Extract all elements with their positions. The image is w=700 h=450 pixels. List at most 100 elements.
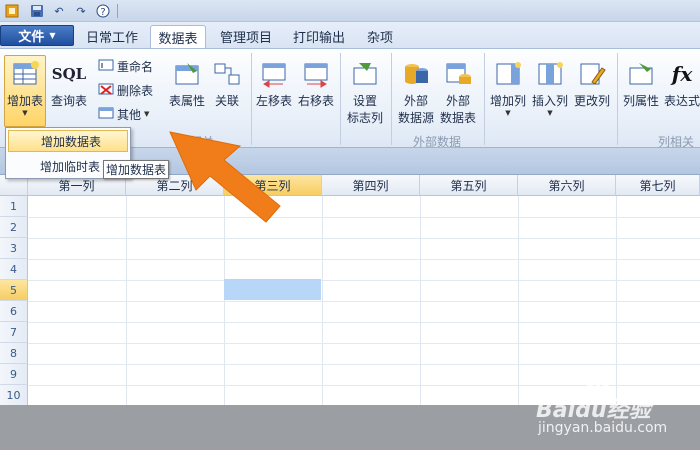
row-header[interactable]: 9 (0, 364, 28, 385)
ribbon-divider (484, 53, 485, 145)
table-props-button[interactable]: 表属性 (166, 59, 208, 109)
row-header[interactable]: 3 (0, 238, 28, 259)
row-header[interactable]: 8 (0, 343, 28, 364)
orange-arrow-icon (169, 131, 281, 223)
table-add-icon (10, 59, 40, 89)
tab-label: 杂项 (366, 31, 393, 46)
menu-tab-bar: 文件 ▼ 日常工作 数据表 管理项目 打印输出 杂项 (0, 22, 700, 49)
column-props-icon (626, 59, 656, 89)
row-header[interactable]: 10 (0, 385, 28, 406)
title-bar: ↶ ↷ ? (0, 0, 700, 22)
add-table-button[interactable]: 增加表 ▼ (4, 59, 46, 117)
quick-access-divider (117, 4, 118, 18)
table-props-label: 表属性 (168, 94, 205, 108)
svg-text:?: ? (100, 7, 105, 18)
column-header[interactable]: 第四列 (322, 175, 420, 196)
expression-label: 表达式 (664, 94, 700, 108)
tab-misc[interactable]: 杂项 (360, 25, 400, 48)
data-grid[interactable]: 第一列 第二列 第三列 第四列 第五列 第六列 第七列 1 2 3 4 5 6 … (0, 175, 700, 406)
add-column-button[interactable]: 增加列 ▼ (488, 59, 528, 117)
ext-source-button[interactable]: 外部 数据源 (395, 59, 437, 126)
expression-button[interactable]: fx 表达式 (664, 59, 700, 109)
row-header-selected[interactable]: 5 (0, 280, 28, 301)
tab-print-output[interactable]: 打印输出 (287, 25, 351, 48)
grid-line (28, 217, 700, 218)
relate-button[interactable]: 关联 (210, 59, 244, 109)
relate-label: 关联 (214, 94, 239, 108)
chevron-down-icon: ▼ (505, 109, 511, 117)
set-flag-col-label-2: 标志列 (346, 111, 383, 125)
tab-label: 日常工作 (85, 31, 138, 46)
ribbon-divider (617, 53, 618, 145)
grid-line (28, 280, 700, 281)
insert-column-button[interactable]: 插入列 ▼ (530, 59, 570, 117)
column-header[interactable]: 第六列 (518, 175, 616, 196)
ribbon-divider (340, 53, 341, 145)
tab-label: 打印输出 (292, 31, 345, 46)
edit-column-icon (577, 59, 607, 89)
menu-item-label: 增加数据表 (41, 134, 102, 149)
rename-icon (98, 58, 114, 75)
save-icon[interactable] (29, 3, 45, 19)
ext-table-button[interactable]: 外部 数据表 (437, 59, 479, 126)
row-header[interactable]: 2 (0, 217, 28, 238)
move-right-icon (301, 59, 331, 89)
tab-label: 数据表 (158, 32, 198, 47)
add-column-label: 增加列 (489, 94, 526, 108)
table-other-icon (98, 106, 114, 123)
table-props-icon (172, 59, 202, 89)
flag-column-icon (350, 59, 380, 89)
grid-line (28, 301, 700, 302)
column-props-label: 列属性 (622, 94, 659, 108)
query-table-button[interactable]: SQL 查询表 (48, 59, 90, 109)
file-menu-button[interactable]: 文件 ▼ (0, 25, 74, 46)
set-flag-col-button[interactable]: 设置 标志列 (344, 59, 386, 126)
chevron-down-icon: ▼ (547, 109, 553, 117)
grid-line (28, 343, 700, 344)
database-icon (401, 59, 431, 89)
grid-line (28, 322, 700, 323)
file-menu-label: 文件 (18, 30, 45, 45)
row-header[interactable]: 4 (0, 259, 28, 280)
tab-data-table[interactable]: 数据表 (150, 25, 206, 49)
external-table-icon (443, 59, 473, 89)
tab-manage-project[interactable]: 管理项目 (214, 25, 278, 48)
undo-icon[interactable]: ↶ (51, 3, 67, 19)
tab-daily-work[interactable]: 日常工作 (80, 25, 144, 48)
delete-table-icon (98, 82, 114, 99)
row-header[interactable]: 7 (0, 322, 28, 343)
help-icon[interactable]: ? (95, 3, 111, 19)
menu-item-add-data-table[interactable]: 增加数据表 (8, 130, 128, 152)
delete-table-label: 删除表 (117, 83, 154, 98)
insert-column-icon (535, 59, 565, 89)
chevron-down-icon: ▼ (49, 31, 56, 40)
add-table-label: 增加表 (6, 94, 43, 108)
move-left-button[interactable]: 左移表 (254, 59, 294, 109)
watermark-url: jingyan.baidu.com (538, 420, 668, 436)
baidu-watermark: Baidu经验 jingyan.baidu.com (536, 378, 696, 446)
grid-line (28, 238, 700, 239)
column-header[interactable]: 第五列 (420, 175, 518, 196)
insert-column-label: 插入列 (531, 94, 568, 108)
column-header[interactable]: 第七列 (616, 175, 700, 196)
redo-icon[interactable]: ↷ (73, 3, 89, 19)
ext-table-label-2: 数据表 (439, 111, 476, 125)
rename-button[interactable]: 重命名 (98, 57, 153, 75)
row-header[interactable]: 1 (0, 196, 28, 217)
row-header[interactable]: 6 (0, 301, 28, 322)
selected-cell[interactable] (224, 279, 321, 300)
move-left-label: 左移表 (255, 94, 292, 108)
change-column-button[interactable]: 更改列 (572, 59, 612, 109)
app-logo-icon (4, 3, 20, 19)
sql-icon-text: SQL (51, 65, 87, 83)
fx-icon: fx (667, 59, 697, 89)
ribbon-divider (391, 53, 392, 145)
tab-label: 管理项目 (219, 31, 272, 46)
ext-source-label-2: 数据源 (397, 111, 434, 125)
move-left-icon (259, 59, 289, 89)
move-right-button[interactable]: 右移表 (296, 59, 336, 109)
fx-icon-text: fx (671, 62, 693, 86)
column-props-button[interactable]: 列属性 (620, 59, 662, 109)
delete-table-button[interactable]: 删除表 (98, 81, 153, 99)
other-button[interactable]: 其他 ▼ (98, 105, 149, 123)
